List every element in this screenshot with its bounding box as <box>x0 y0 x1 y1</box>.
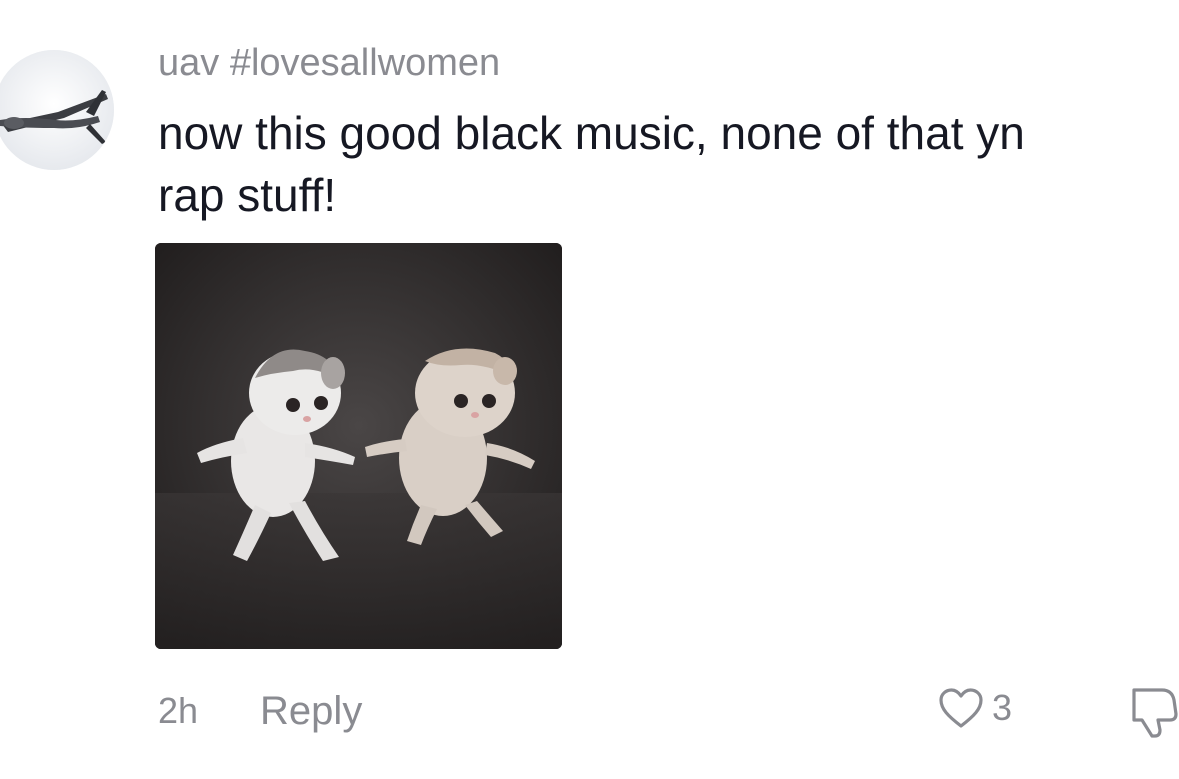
dislike-button[interactable] <box>1128 684 1179 740</box>
comment-item: uav #lovesallwomen now this good black m… <box>0 0 1179 779</box>
dancing-kittens-image <box>155 243 562 649</box>
comment-username[interactable]: uav #lovesallwomen <box>158 40 500 86</box>
comment-image[interactable] <box>155 243 562 649</box>
like-button[interactable]: 3 <box>938 686 1012 730</box>
comment-text: now this good black music, none of that … <box>158 102 1179 226</box>
comment-timestamp: 2h <box>158 690 199 731</box>
reply-button[interactable]: Reply <box>260 689 362 733</box>
heart-icon <box>939 688 983 728</box>
like-count: 3 <box>992 687 1013 728</box>
comment-text-line-1: now this good black music, none of that … <box>158 107 1025 159</box>
comment-meta: 2h Reply <box>158 686 362 736</box>
drone-aircraft-icon <box>0 50 114 170</box>
avatar[interactable] <box>0 50 114 170</box>
comment-text-line-2: rap stuff! <box>158 169 337 221</box>
thumbs-down-icon <box>1132 688 1178 738</box>
